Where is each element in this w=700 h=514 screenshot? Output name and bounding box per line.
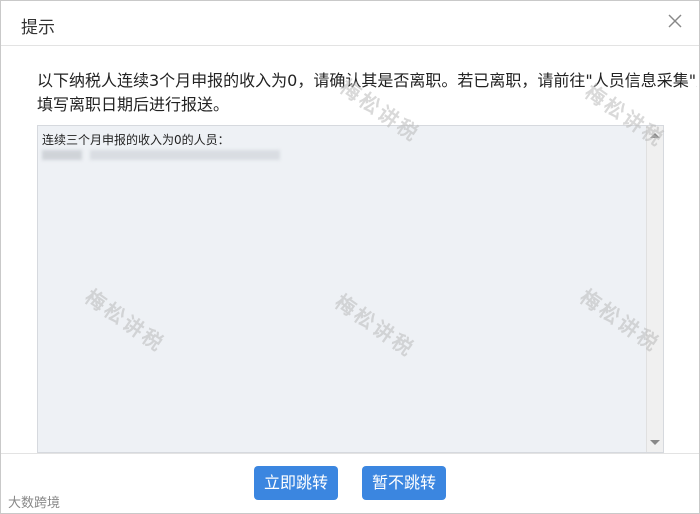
skip-jump-button[interactable]: 暂不跳转 xyxy=(362,466,446,500)
textarea-header: 连续三个月申报的收入为0的人员： xyxy=(42,133,230,147)
dialog-message: 以下纳税人连续3个月申报的收入为0，请确认其是否离职。若已离职，请前往"人员信息… xyxy=(37,69,697,117)
corner-logo: 大数跨境 xyxy=(8,496,61,511)
scroll-down-arrow-icon[interactable] xyxy=(650,440,660,445)
message-line-2: 填写离职日期后进行报送。 xyxy=(37,95,230,114)
dialog-titlebar: 提示 xyxy=(1,1,699,46)
jump-now-button[interactable]: 立即跳转 xyxy=(254,466,338,500)
redacted-id xyxy=(42,150,82,160)
close-icon[interactable] xyxy=(665,11,685,31)
prompt-dialog: 提示 以下纳税人连续3个月申报的收入为0，请确认其是否离职。若已离职，请前往"人… xyxy=(0,0,700,514)
dialog-footer: 立即跳转 暂不跳转 xyxy=(1,453,699,514)
scroll-up-arrow-icon[interactable] xyxy=(650,133,660,138)
redacted-name xyxy=(90,150,280,160)
message-line-1: 以下纳税人连续3个月申报的收入为0，请确认其是否离职。若已离职，请前往"人员信息… xyxy=(37,71,697,90)
redacted-employee-row xyxy=(42,150,282,160)
employee-list-textarea[interactable]: 连续三个月申报的收入为0的人员： xyxy=(37,125,664,453)
dialog-title: 提示 xyxy=(21,18,55,38)
textarea-scrollbar[interactable] xyxy=(646,126,663,452)
